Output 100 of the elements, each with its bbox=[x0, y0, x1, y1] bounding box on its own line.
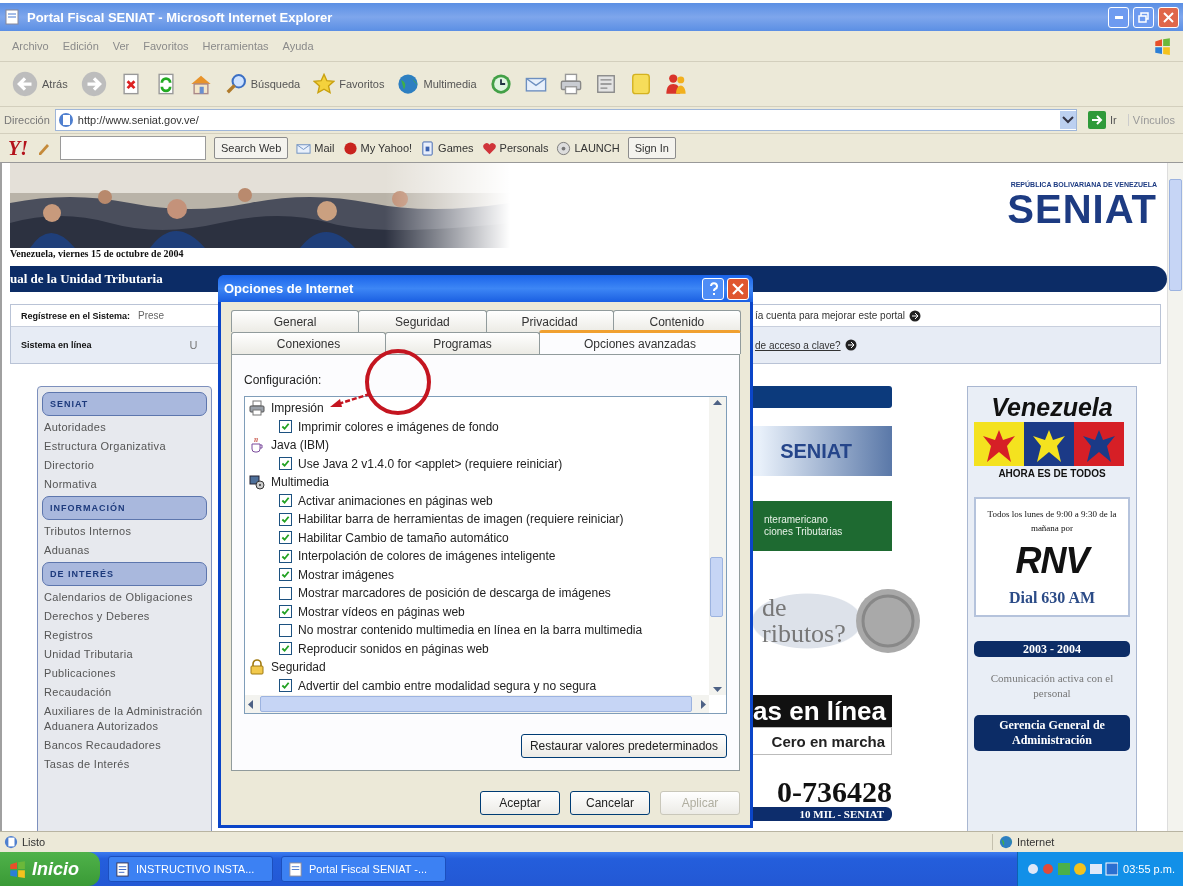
sidebar-link[interactable]: Auxiliares de la Administración Aduanera Autorizados bbox=[42, 702, 207, 736]
sidebar-link[interactable]: Publicaciones bbox=[42, 664, 207, 683]
address-field[interactable]: http://www.seniat.gov.ve/ bbox=[54, 109, 1078, 131]
taskbar-button[interactable]: INSTRUCTIVO INSTA... bbox=[108, 856, 273, 882]
myyahoo-link[interactable]: My Yahoo! bbox=[342, 140, 413, 156]
globe-icon bbox=[397, 73, 420, 95]
close-button[interactable] bbox=[727, 277, 749, 300]
home-icon bbox=[189, 73, 212, 95]
dialog-button[interactable]: Cancelar bbox=[570, 791, 650, 815]
scroll-down-icon[interactable] bbox=[713, 686, 722, 693]
scrollbar[interactable] bbox=[709, 397, 726, 695]
page-icon bbox=[57, 112, 74, 128]
schedule-text: Todos los lunes de 9:00 a 9:30 de la mañana por bbox=[986, 508, 1118, 535]
sidebar-link[interactable]: Autoridades bbox=[42, 418, 207, 437]
taskbar-button[interactable]: Portal Fiscal SENIAT -... bbox=[281, 856, 446, 882]
tab[interactable]: Seguridad bbox=[358, 310, 487, 332]
tab[interactable]: Programas bbox=[385, 332, 540, 354]
figure-icon bbox=[664, 73, 687, 95]
sidebar-link[interactable]: Derechos y Deberes bbox=[42, 607, 207, 626]
category-label: Seguridad bbox=[271, 659, 326, 677]
media-button[interactable]: Multimedia bbox=[395, 70, 479, 98]
windows-flag-icon bbox=[8, 860, 26, 878]
help-button[interactable] bbox=[702, 277, 724, 300]
ie-page-icon bbox=[288, 861, 303, 877]
page-icon bbox=[4, 835, 18, 849]
minimize-button[interactable] bbox=[1108, 6, 1129, 28]
restore-defaults-button[interactable]: Restaurar valores predeterminados bbox=[520, 734, 727, 758]
sidebar-link[interactable]: Aduanas bbox=[42, 541, 207, 560]
games-link[interactable]: Games bbox=[420, 140, 474, 156]
password-link[interactable]: de acceso a clave? bbox=[755, 339, 841, 351]
tab[interactable]: Contenido bbox=[612, 310, 741, 332]
scroll-thumb[interactable] bbox=[710, 557, 723, 617]
mail-link[interactable]: Mail bbox=[296, 140, 335, 156]
checkbox[interactable] bbox=[279, 512, 292, 526]
document-icon bbox=[594, 73, 617, 95]
option-label: Habilitar Cambio de tamaño automático bbox=[298, 529, 509, 547]
checkbox[interactable] bbox=[279, 605, 292, 619]
checkbox[interactable] bbox=[279, 457, 292, 471]
sign-in-button[interactable]: Sign In bbox=[627, 137, 676, 159]
scroll-right-icon[interactable] bbox=[700, 699, 707, 709]
sidebar-link[interactable]: Normativa bbox=[42, 475, 207, 494]
scroll-left-icon[interactable] bbox=[247, 699, 254, 709]
communication-link[interactable]: Comunicación activa con el personal bbox=[974, 671, 1130, 701]
register-text: Prese bbox=[138, 310, 165, 321]
scroll-up-icon[interactable] bbox=[713, 399, 722, 406]
tab[interactable]: Conexiones bbox=[231, 332, 386, 354]
forward-icon bbox=[80, 71, 107, 97]
yahoo-logo[interactable]: Y! bbox=[8, 136, 28, 160]
media-player-icon bbox=[249, 474, 265, 491]
sidebar-link[interactable]: Tasas de Interés bbox=[42, 755, 207, 774]
personals-link[interactable]: Personals bbox=[481, 140, 549, 156]
sidebar-link[interactable]: Estructura Organizativa bbox=[42, 437, 207, 456]
venezuela-logo: Venezuela bbox=[990, 393, 1114, 422]
checkbox[interactable] bbox=[279, 568, 292, 582]
option-label: Imprimir colores e imágenes de fondo bbox=[298, 418, 499, 436]
option-label: No mostrar contenido multimedia en línea en la barra multimedia bbox=[298, 622, 643, 640]
sidebar-link[interactable]: Bancos Recaudadores bbox=[42, 736, 207, 755]
close-icon bbox=[1163, 11, 1174, 23]
sidebar-link[interactable]: Directorio bbox=[42, 456, 207, 475]
launch-link[interactable]: LAUNCH bbox=[556, 140, 620, 156]
checkbox[interactable] bbox=[279, 494, 292, 508]
tab[interactable]: General bbox=[231, 310, 360, 332]
search-web-button[interactable]: Search Web bbox=[214, 137, 289, 159]
checkbox[interactable] bbox=[279, 623, 292, 637]
document-icon bbox=[115, 861, 130, 877]
arrow-circle-icon bbox=[909, 309, 922, 322]
favorites-button[interactable]: Favoritos bbox=[311, 70, 387, 98]
back-button[interactable]: Atrás bbox=[10, 70, 70, 98]
clock-text: 03:55 p.m. bbox=[1123, 863, 1175, 875]
category-label: Multimedia bbox=[271, 474, 330, 492]
tab[interactable]: Opciones avanzadas bbox=[539, 330, 741, 354]
scrollbar[interactable] bbox=[1167, 163, 1183, 831]
management-button[interactable]: Gerencia General de Administración bbox=[974, 715, 1130, 751]
close-button[interactable] bbox=[1158, 6, 1179, 28]
option-label: Mostrar imágenes bbox=[298, 566, 395, 584]
settings-list[interactable] bbox=[244, 396, 727, 714]
scrollbar[interactable] bbox=[245, 695, 709, 713]
cup-icon bbox=[249, 437, 265, 454]
sidebar-link[interactable]: Recaudación bbox=[42, 683, 207, 702]
search-button[interactable]: Búsqueda bbox=[222, 70, 303, 98]
checkbox[interactable] bbox=[279, 679, 292, 693]
go-button[interactable]: Ir bbox=[1082, 111, 1123, 129]
sidebar-link[interactable]: Registros bbox=[42, 626, 207, 645]
sidebar-link[interactable]: Calendarios de Obligaciones bbox=[42, 588, 207, 607]
restore-button[interactable] bbox=[1133, 6, 1154, 28]
checkbox[interactable] bbox=[279, 642, 292, 656]
radio-card[interactable]: Todos los lunes de 9:00 a 9:30 de la mañana por RNV Dial 630 AM bbox=[974, 497, 1130, 617]
option-label: Mostrar marcadores de posición de descarga de imágenes bbox=[298, 585, 611, 603]
checkbox[interactable] bbox=[279, 531, 292, 545]
clock-icon bbox=[489, 73, 512, 95]
checkbox[interactable] bbox=[279, 586, 292, 600]
dialog-button[interactable]: Aceptar bbox=[480, 791, 560, 815]
sidebar-link[interactable]: Tributos Internos bbox=[42, 522, 207, 541]
checkbox[interactable] bbox=[279, 549, 292, 563]
checkbox[interactable] bbox=[279, 420, 292, 434]
sidebar-link[interactable]: Unidad Tributaria bbox=[42, 645, 207, 664]
tab[interactable]: Privacidad bbox=[485, 310, 614, 332]
lock-icon bbox=[249, 659, 265, 676]
search-field[interactable] bbox=[60, 136, 206, 160]
online-text: U bbox=[189, 339, 198, 351]
